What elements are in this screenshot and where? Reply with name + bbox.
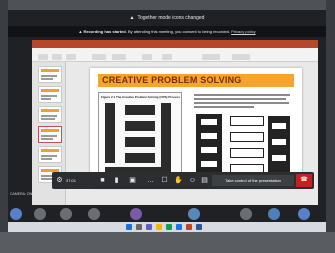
folder-icon[interactable]	[156, 224, 162, 230]
camera-status-icon[interactable]: ⚙	[55, 174, 64, 187]
diagram-box	[200, 132, 218, 140]
participant-avatar[interactable]	[298, 208, 310, 220]
diagram-box	[200, 146, 218, 154]
figure-step-box	[125, 153, 155, 163]
participant-avatar[interactable]	[10, 208, 22, 220]
recording-notice: ▲ Recording has started. By attending th…	[8, 26, 326, 37]
diagram-box	[271, 154, 287, 162]
figure-step-box	[125, 105, 155, 115]
diagram-box	[230, 148, 264, 158]
meeting-toolbar: ⚙ 37:01 ■ ▮ ▣ … ☐ ✋ ☺ ▤ Take control of …	[52, 172, 314, 189]
diagram-box	[200, 160, 218, 168]
more-icon[interactable]: …	[146, 174, 155, 187]
cps-process-figure: Figure 2.1 The Creative Problem Solving …	[98, 92, 182, 178]
photo-bezel-right	[326, 0, 335, 253]
ribbon-control	[66, 54, 76, 60]
edge-icon[interactable]	[176, 224, 182, 230]
figure-caption: Figure 2.1 The Creative Problem Solving …	[101, 95, 181, 99]
ribbon-control	[202, 54, 220, 60]
ribbon-control	[52, 54, 62, 60]
ribbon-control	[232, 54, 250, 60]
diagram-box	[230, 132, 264, 142]
slide-body	[194, 92, 294, 178]
photo-bezel-bottom	[0, 232, 335, 253]
word-icon[interactable]	[196, 224, 202, 230]
side-label: CAMERA: ON	[10, 192, 33, 196]
recording-lead: Recording has started.	[83, 29, 127, 34]
participant-avatar[interactable]	[240, 208, 252, 220]
reactions-icon[interactable]: ☺	[188, 174, 197, 187]
slide-thumbnail[interactable]	[38, 66, 62, 83]
current-slide: CREATIVE PROBLEM SOLVING Figure 2.1 The …	[90, 68, 302, 188]
chat-icon[interactable]: ☐	[160, 174, 169, 187]
participant-avatar[interactable]	[268, 208, 280, 220]
slide-thumbnail[interactable]	[38, 106, 62, 123]
powerpoint-icon[interactable]	[186, 224, 192, 230]
teams-icon[interactable]	[146, 224, 152, 230]
recording-body: By attending this meeting, you consent t…	[127, 29, 231, 34]
diagram-box	[200, 118, 218, 126]
diagram-box	[271, 138, 287, 146]
notification-banner: ▲ Together mode icons changed	[8, 14, 326, 23]
presentation-ribbon	[32, 48, 318, 62]
ribbon-control	[162, 54, 172, 60]
slide-thumbnail[interactable]	[38, 86, 62, 103]
start-icon[interactable]	[126, 224, 132, 230]
ribbon-control	[142, 54, 152, 60]
participant-avatar[interactable]	[88, 208, 100, 220]
banner-text: Together mode icons changed	[137, 15, 205, 21]
hang-up-button[interactable]: ☎	[296, 174, 312, 187]
phone-hangup-icon: ☎	[300, 177, 308, 183]
participant-avatar[interactable]	[188, 208, 200, 220]
ribbon-control	[38, 54, 48, 60]
privacy-policy-link[interactable]: Privacy policy	[231, 29, 255, 34]
take-control-button[interactable]: Take control of the presentation	[212, 175, 294, 186]
browser-icon[interactable]	[166, 224, 172, 230]
raise-hand-icon[interactable]: ✋	[174, 174, 183, 187]
participant-avatar[interactable]	[130, 208, 142, 220]
search-icon[interactable]	[136, 224, 142, 230]
camera-icon[interactable]: ■	[98, 174, 107, 187]
meeting-timer: 37:01	[66, 178, 77, 183]
photo-bezel-left	[0, 0, 8, 253]
share-icon[interactable]: ▣	[128, 174, 137, 187]
diagram-box	[271, 122, 287, 130]
microphone-icon[interactable]: ▮	[112, 174, 121, 187]
figure-step-box	[125, 121, 155, 131]
ribbon-control	[92, 54, 106, 60]
slide-title: CREATIVE PROBLEM SOLVING	[98, 74, 294, 87]
slide-thumbnail-selected[interactable]	[38, 126, 62, 143]
participant-avatar[interactable]	[60, 208, 72, 220]
presentation-titlebar	[32, 40, 318, 48]
view-icon[interactable]: ▤	[200, 174, 209, 187]
slide-thumbnail[interactable]	[38, 146, 62, 163]
diagram-box	[230, 116, 264, 126]
figure-step-box	[125, 137, 155, 147]
figure-arrow-left	[105, 103, 115, 163]
warning-triangle-icon: ▲	[129, 15, 135, 21]
participant-avatar[interactable]	[34, 208, 46, 220]
figure-arrow-right	[161, 103, 171, 169]
meeting-window: ▲ Together mode icons changed ▲ Recording…	[8, 10, 326, 232]
ribbon-control	[112, 54, 126, 60]
os-taskbar	[8, 222, 326, 232]
